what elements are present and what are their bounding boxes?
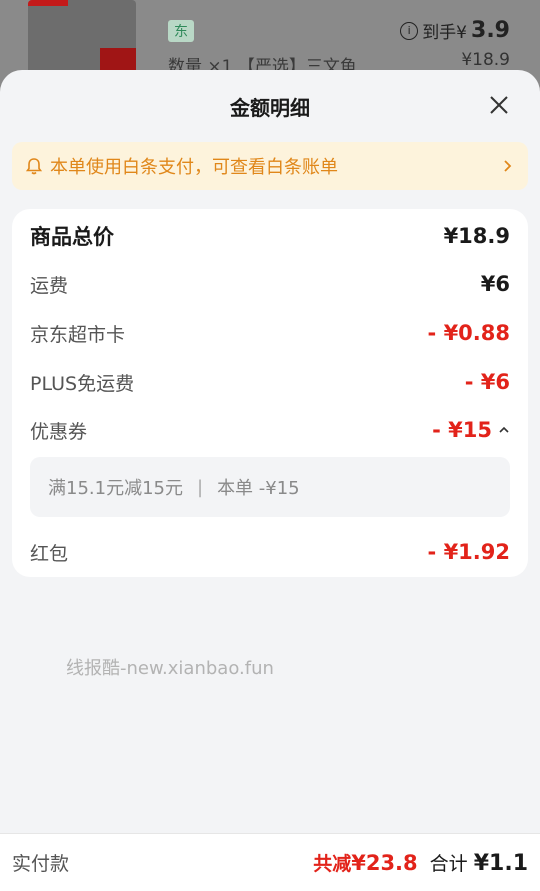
bell-icon — [25, 158, 43, 175]
coupon-toggle[interactable]: - ¥15 — [432, 418, 510, 442]
coupon-separator: | — [196, 476, 204, 498]
coupon-value: - ¥15 — [432, 418, 492, 442]
saved-label: 共减 — [313, 853, 352, 875]
shipping-label: 运费 — [30, 274, 69, 297]
product-tag: 东 — [168, 20, 194, 42]
notice-text: 本单使用白条支付，可查看白条账单 — [50, 157, 338, 178]
plus-shipping-row: PLUS免运费 - ¥6 — [30, 367, 510, 397]
bottom-bar: 实付款 共减¥23.8 合计 ¥1.1 — [0, 833, 540, 891]
red-packet-value: - ¥1.92 — [427, 540, 510, 564]
baitiao-notice[interactable]: 本单使用白条支付，可查看白条账单 — [12, 142, 528, 190]
grand-total: 合计 ¥1.1 — [430, 849, 528, 876]
coupon-rule: 满15.1元减15元 — [48, 478, 183, 499]
total-price-row: 商品总价 ¥18.9 — [30, 219, 510, 253]
info-icon: i — [400, 21, 419, 40]
product-thumbnail — [28, 0, 136, 78]
coupon-detail: 满15.1元减15元 | 本单 -¥15 — [30, 457, 510, 517]
supermarket-card-label: 京东超市卡 — [30, 323, 126, 346]
supermarket-card-value: - ¥0.88 — [427, 321, 510, 345]
product-price: ¥18.9 — [461, 50, 510, 70]
arrive-price: i 到手¥ 3.9 — [400, 18, 510, 43]
chevron-right-icon — [504, 160, 512, 172]
shipping-value: ¥6 — [480, 272, 510, 296]
plus-shipping-value: - ¥6 — [464, 370, 510, 394]
shipping-row: 运费 ¥6 — [30, 269, 510, 299]
coupon-row[interactable]: 优惠券 - ¥15 — [30, 415, 510, 445]
red-packet-label: 红包 — [30, 542, 69, 565]
price-detail-card: 商品总价 ¥18.9 运费 ¥6 京东超市卡 - ¥0.88 PLUS免运费 -… — [12, 209, 528, 577]
grand-total-label: 合计 — [429, 853, 468, 875]
saved-value: ¥23.8 — [351, 851, 418, 875]
watermark-text: 线报酷-new.xianbao.fun — [66, 658, 274, 679]
amount-detail-sheet: 金额明细 本单使用白条支付，可查看白条账单 商品总价 ¥18.9 运费 ¥6 京… — [0, 70, 540, 890]
red-packet-row: 红包 - ¥1.92 — [30, 537, 510, 567]
coupon-label: 优惠券 — [30, 420, 88, 443]
chevron-up-icon — [499, 426, 509, 433]
total-price-value: ¥18.9 — [443, 224, 510, 248]
supermarket-card-row: 京东超市卡 - ¥0.88 — [30, 318, 510, 348]
grand-total-value: ¥1.1 — [473, 851, 528, 876]
paid-label: 实付款 — [12, 853, 70, 875]
coupon-applied: 本单 -¥15 — [217, 478, 300, 499]
total-price-label: 商品总价 — [30, 225, 114, 249]
plus-shipping-label: PLUS免运费 — [30, 372, 135, 395]
saved-amount: 共减¥23.8 — [313, 849, 417, 876]
sheet-title: 金额明细 — [230, 96, 310, 120]
close-icon[interactable] — [488, 94, 510, 116]
